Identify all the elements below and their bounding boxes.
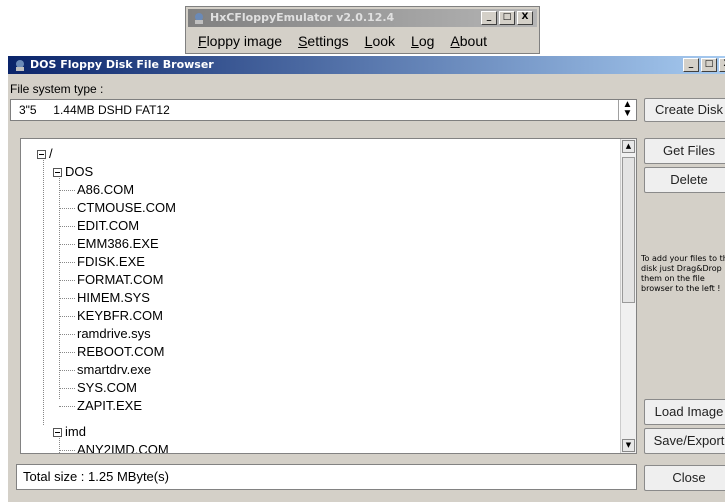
dialog-maximize-button[interactable]: □	[701, 58, 717, 72]
tree-file-item[interactable]: ANY2IMD.COM	[77, 441, 169, 453]
file-tree[interactable]: / DOS A86.COM CTMOUSE.COM EDIT.COM EMM386.E…	[20, 138, 637, 454]
tree-connector	[59, 226, 75, 227]
fs-type-value: 3"5 1.44MB DSHD FAT12	[19, 103, 170, 117]
select-arrows-icon[interactable]: ▲ ▼	[618, 100, 636, 120]
fs-type-label: File system type :	[10, 82, 104, 96]
tree-connector	[59, 262, 75, 263]
total-size-field: Total size : 1.25 MByte(s)	[16, 464, 637, 490]
tree-connector	[59, 334, 75, 335]
collapse-icon[interactable]	[37, 150, 46, 160]
main-window-titlebar[interactable]: HxCFloppyEmulator v2.0.12.4 _ □ X	[188, 9, 537, 27]
tree-connector	[59, 244, 75, 245]
main-window: HxCFloppyEmulator v2.0.12.4 _ □ X Floppy…	[185, 6, 540, 54]
minimize-button[interactable]: _	[481, 11, 497, 25]
menu-look[interactable]: Look	[365, 33, 395, 49]
tree-file-item[interactable]: CTMOUSE.COM	[77, 199, 176, 217]
dialog-close-button[interactable]: X	[719, 58, 725, 72]
app-icon	[13, 58, 27, 78]
fs-type-select[interactable]: 3"5 1.44MB DSHD FAT12 ▲ ▼	[10, 99, 637, 121]
delete-button[interactable]: Delete	[644, 167, 725, 193]
tree-file-item[interactable]: HIMEM.SYS	[77, 289, 150, 307]
dialog-title: DOS Floppy Disk File Browser	[30, 58, 214, 71]
file-browser-dialog: DOS Floppy Disk File Browser _ □ X File …	[8, 56, 725, 502]
dialog-minimize-button[interactable]: _	[683, 58, 699, 72]
close-button[interactable]: X	[517, 11, 533, 25]
tree-file-item[interactable]: smartdrv.exe	[77, 361, 151, 379]
scroll-up-icon[interactable]: ▲	[622, 140, 635, 153]
tree-scrollbar[interactable]: ▲ ▼	[620, 139, 636, 453]
create-disk-button[interactable]: Create Disk	[644, 98, 725, 122]
tree-connector	[59, 406, 75, 407]
tree-file-item[interactable]: REBOOT.COM	[77, 343, 164, 361]
collapse-icon[interactable]	[53, 428, 62, 438]
tree-file-item[interactable]: KEYBFR.COM	[77, 307, 163, 325]
maximize-button[interactable]: □	[499, 11, 515, 25]
tree-file-item[interactable]: EMM386.EXE	[77, 235, 159, 253]
get-files-button[interactable]: Get Files	[644, 138, 725, 164]
scroll-down-icon[interactable]: ▼	[622, 439, 635, 452]
menu-floppy-image[interactable]: Floppy image	[198, 33, 282, 49]
tree-node-root[interactable]: /	[37, 145, 53, 163]
tree-connector	[59, 388, 75, 389]
close-dialog-button[interactable]: Close	[644, 465, 725, 491]
load-image-button[interactable]: Load Image	[644, 399, 725, 425]
tree-connector	[59, 450, 75, 451]
tree-connector	[59, 298, 75, 299]
tree-connector	[59, 316, 75, 317]
tree-file-item[interactable]: A86.COM	[77, 181, 134, 199]
tree-node-dos[interactable]: DOS	[53, 163, 93, 181]
tree-node-imd[interactable]: imd	[53, 423, 86, 441]
tree-file-item[interactable]: ZAPIT.EXE	[77, 397, 142, 415]
tree-connector	[59, 352, 75, 353]
collapse-icon[interactable]	[53, 168, 62, 178]
tree-connector	[59, 208, 75, 209]
tree-file-item[interactable]: FORMAT.COM	[77, 271, 163, 289]
scroll-thumb[interactable]	[622, 157, 635, 303]
save-export-button[interactable]: Save/Export	[644, 428, 725, 454]
menu-about[interactable]: About	[450, 33, 487, 49]
tree-file-item[interactable]: ramdrive.sys	[77, 325, 151, 343]
tree-file-item[interactable]: FDISK.EXE	[77, 253, 145, 271]
drag-drop-hint: To add your files to the disk just Drag&…	[641, 254, 725, 293]
app-icon	[192, 11, 206, 31]
main-window-title: HxCFloppyEmulator v2.0.12.4	[210, 11, 395, 24]
tree-connector	[59, 280, 75, 281]
tree-connector	[59, 190, 75, 191]
tree-file-item[interactable]: EDIT.COM	[77, 217, 139, 235]
tree-connector	[59, 370, 75, 371]
tree-file-item[interactable]: SYS.COM	[77, 379, 137, 397]
menu-settings[interactable]: Settings	[298, 33, 349, 49]
dialog-titlebar[interactable]: DOS Floppy Disk File Browser _ □ X	[8, 56, 725, 74]
tree-connector	[43, 157, 44, 425]
menu-log[interactable]: Log	[411, 33, 434, 49]
menu-bar: Floppy image Settings Look Log About	[198, 33, 487, 49]
